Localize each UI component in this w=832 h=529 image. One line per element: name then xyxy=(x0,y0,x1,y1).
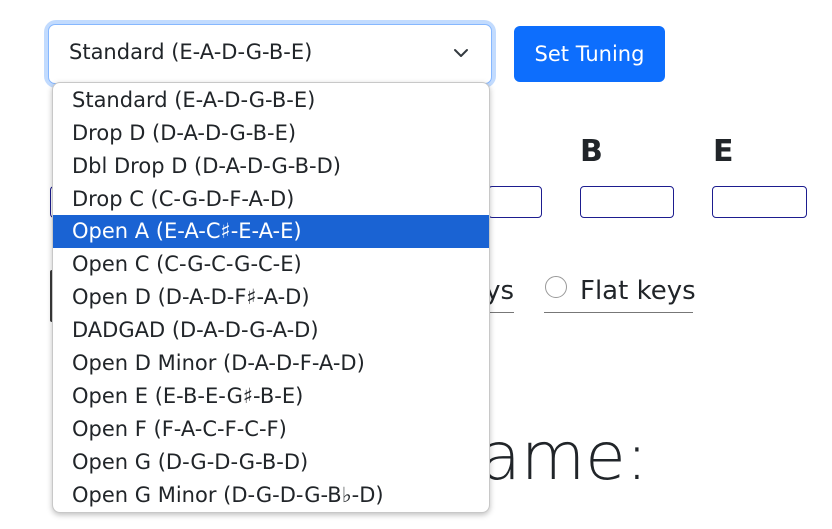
tuning-dropdown-list[interactable]: Standard (E-A-D-G-B-E) Drop D (D-A-D-G-B… xyxy=(52,82,490,513)
option-dadgad[interactable]: DADGAD (D-A-D-G-A-D) xyxy=(53,314,489,347)
string-input-b[interactable] xyxy=(580,186,674,218)
option-open-f[interactable]: Open F (F-A-C-F-C-F) xyxy=(53,413,489,446)
flat-keys-underline xyxy=(544,312,693,313)
tuning-select[interactable]: Standard (E-A-D-G-B-E) xyxy=(48,24,492,84)
string-input-g[interactable] xyxy=(488,186,542,218)
string-label-e: E xyxy=(713,134,734,169)
string-input-e[interactable] xyxy=(712,186,807,218)
option-open-c[interactable]: Open C (C-G-C-G-C-E) xyxy=(53,248,489,281)
tuning-select-value: Standard (E-A-D-G-B-E) xyxy=(69,40,313,64)
option-drop-d[interactable]: Drop D (D-A-D-G-B-E) xyxy=(53,117,489,150)
chevron-down-icon xyxy=(454,49,468,57)
tuning-select-box[interactable]: Standard (E-A-D-G-B-E) xyxy=(48,24,492,84)
string-label-b: B xyxy=(580,134,603,169)
option-open-d[interactable]: Open D (D-A-D-F♯-A-D) xyxy=(53,281,489,314)
option-open-e[interactable]: Open E (E-B-E-G♯-B-E) xyxy=(53,380,489,413)
option-drop-c[interactable]: Drop C (C-G-D-F-A-D) xyxy=(53,183,489,216)
option-standard[interactable]: Standard (E-A-D-G-B-E) xyxy=(53,84,489,117)
set-tuning-button[interactable]: Set Tuning xyxy=(514,26,665,82)
flat-keys-label[interactable]: Flat keys xyxy=(580,276,696,306)
option-dbl-drop-d[interactable]: Dbl Drop D (D-A-D-G-B-D) xyxy=(53,150,489,183)
option-open-a[interactable]: Open A (E-A-C♯-E-A-E) xyxy=(53,215,489,248)
option-open-g[interactable]: Open G (D-G-D-G-B-D) xyxy=(53,446,489,479)
flat-keys-radio[interactable] xyxy=(545,276,567,298)
option-open-g-minor[interactable]: Open G Minor (D-G-D-G-B♭-D) xyxy=(53,479,489,512)
page: B E ys Flat keys ame: Standard (E-A-D-G-… xyxy=(0,0,832,529)
option-open-d-minor[interactable]: Open D Minor (D-A-D-F-A-D) xyxy=(53,347,489,380)
